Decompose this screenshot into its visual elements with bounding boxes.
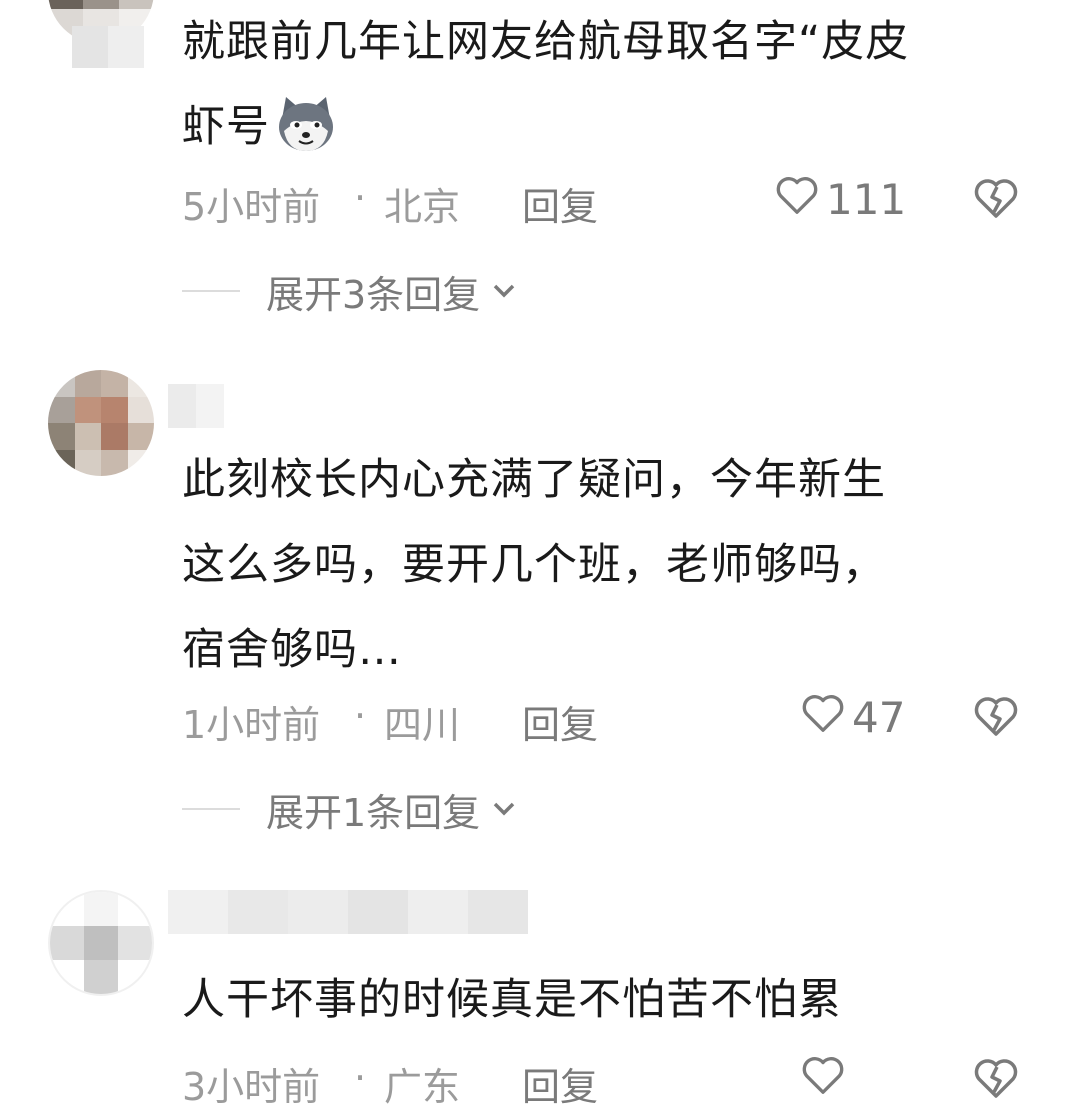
comment-location: 四川: [384, 703, 461, 747]
meta-separator: ·: [354, 694, 367, 738]
expand-replies-button[interactable]: 展开1条回复: [266, 782, 518, 837]
divider-line: [182, 808, 240, 810]
reply-button[interactable]: 回复: [522, 1056, 598, 1111]
chevron-down-icon: [490, 787, 518, 831]
like-button[interactable]: 47: [800, 690, 905, 745]
broken-heart-icon: [972, 179, 1020, 231]
divider-line: [182, 290, 240, 292]
expand-replies-label: 展开1条回复: [266, 790, 481, 835]
expand-replies: 展开3条回复: [182, 264, 518, 319]
comment-time: 1小时前: [182, 703, 321, 747]
like-count: 111: [826, 175, 907, 224]
comment-item: 就跟前几年让网友给航母取名字“皮皮 虾号 5小时前 · 北京 回复 111 展开…: [0, 0, 1079, 330]
heart-outline-icon: [800, 690, 846, 745]
broken-heart-icon: [972, 697, 1020, 749]
comment-meta: 5小时前 · 北京 回复 111: [182, 172, 1032, 231]
comment-text: 此刻校长内心充满了疑问，今年新生 这么多吗，要开几个班，老师够吗， 宿舍够吗…: [182, 455, 886, 675]
comment-time: 5小时前: [182, 185, 321, 229]
heart-outline-icon: [774, 172, 820, 227]
reply-button[interactable]: 回复: [522, 694, 598, 749]
meta-separator: ·: [354, 1056, 367, 1100]
comment-text: 就跟前几年让网友给航母取名字“皮皮 虾号: [182, 0, 1032, 184]
broken-heart-icon: [972, 1059, 1020, 1111]
heart-outline-icon: [800, 1052, 846, 1107]
expand-replies-label: 展开3条回复: [266, 272, 481, 317]
comment-meta: 3小时前 · 广东 回复: [182, 1052, 1032, 1111]
username-blurred: [168, 384, 224, 428]
dislike-button[interactable]: [972, 174, 1020, 231]
avatar[interactable]: [48, 890, 154, 996]
username-blurred: [168, 890, 528, 934]
comment-time: 3小时前: [182, 1065, 321, 1109]
like-button[interactable]: [800, 1052, 846, 1107]
username-blurred: [72, 26, 144, 68]
comment-location: 广东: [384, 1065, 461, 1109]
dislike-button[interactable]: [972, 692, 1020, 749]
comment-meta: 1小时前 · 四川 回复 47: [182, 690, 1032, 749]
expand-replies: 展开1条回复: [182, 782, 518, 837]
expand-replies-button[interactable]: 展开3条回复: [266, 264, 518, 319]
like-button[interactable]: 111: [774, 172, 906, 227]
dislike-button[interactable]: [972, 1054, 1020, 1111]
chevron-down-icon: [490, 269, 518, 313]
comment-text: 人干坏事的时候真是不怕苦不怕累: [182, 975, 842, 1025]
comment-location: 北京: [384, 185, 461, 229]
like-count: 47: [852, 693, 906, 742]
husky-dog-emoji: [274, 91, 338, 184]
avatar[interactable]: [48, 370, 154, 476]
comment-list: 就跟前几年让网友给航母取名字“皮皮 虾号 5小时前 · 北京 回复 111 展开…: [0, 0, 1079, 1114]
meta-separator: ·: [354, 176, 367, 220]
reply-button[interactable]: 回复: [522, 176, 598, 231]
